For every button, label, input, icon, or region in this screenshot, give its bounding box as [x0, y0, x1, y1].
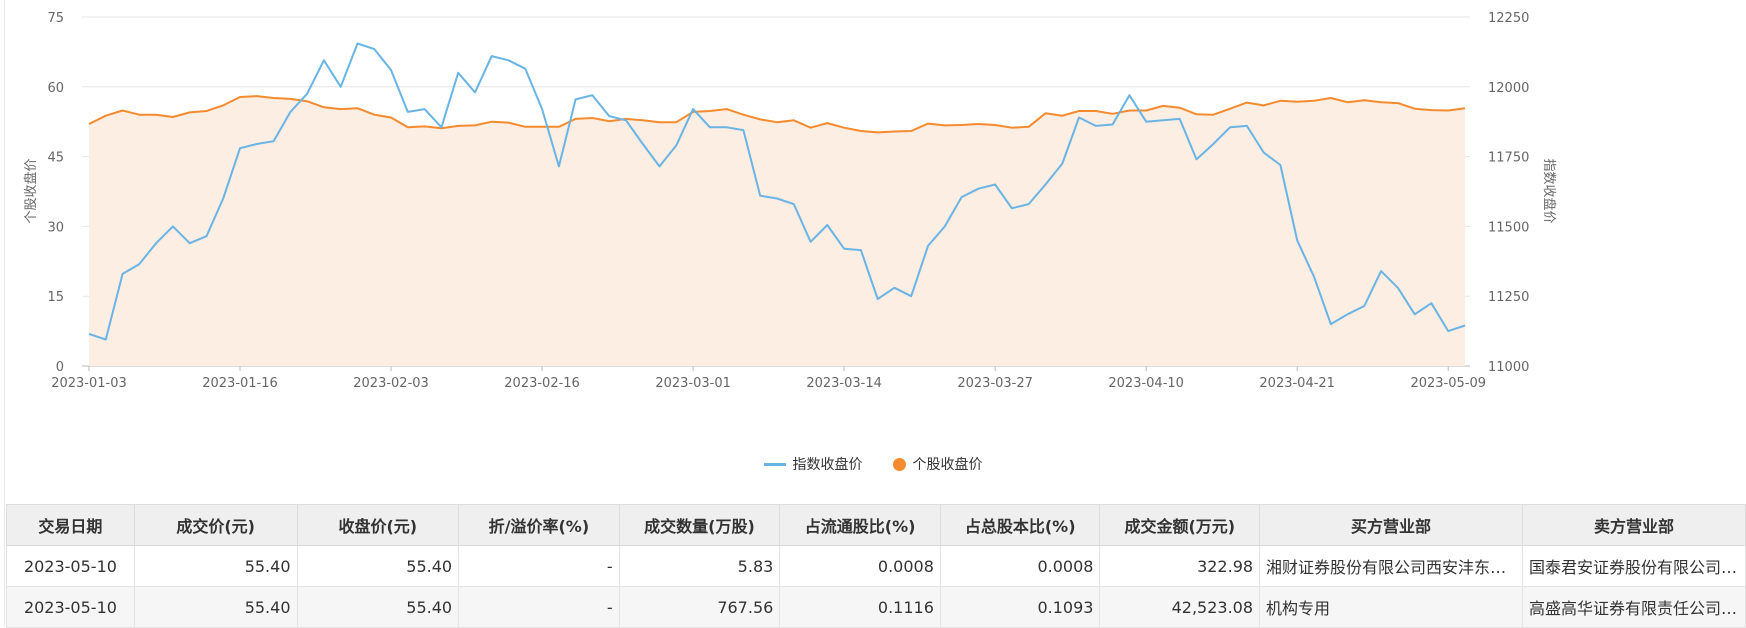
- x-tick-label: 2023-03-14: [806, 376, 882, 391]
- cell-trade-date: 2023-05-10: [6, 586, 135, 628]
- cell-seller[interactable]: 国泰君安证券股份有限公司总部: [1521, 545, 1746, 587]
- legend-item-stock[interactable]: 个股收盘价: [892, 454, 983, 474]
- cell-deal-price: 55.40: [133, 545, 298, 587]
- legend-line-index-icon: [763, 462, 786, 466]
- header-buyer: 买方营业部: [1259, 504, 1523, 546]
- cell-close-price: 55.40: [296, 545, 460, 587]
- cell-buyer[interactable]: 湘财证券股份有限公司西安沣东新城第一分公司: [1259, 545, 1523, 587]
- cell-volume: 767.56: [618, 586, 781, 628]
- cell-premium-rate: -: [458, 586, 620, 628]
- cell-close-price: 55.40: [296, 586, 460, 628]
- y-tick-label: 15: [47, 290, 64, 305]
- header-float-share-ratio: 占流通股比(%): [779, 504, 941, 546]
- x-tick-label: 2023-04-21: [1259, 376, 1335, 391]
- cell-total-share-ratio: 0.0008: [939, 545, 1101, 587]
- price-comparison-chart: 0 15 30 45 60 75 11000 11250 11500 11750 12000 1225…: [23, 11, 1557, 391]
- table-row: 2023-05-10 55.40 55.40 - 5.83 0.0008 0.0…: [6, 545, 1746, 587]
- x-tick-label: 2023-01-16: [202, 376, 278, 391]
- x-tick-label: 2023-04-10: [1108, 376, 1184, 391]
- x-tick-label: 2023-01-03: [51, 376, 127, 391]
- header-premium-rate: 折/溢价率(%): [458, 504, 620, 546]
- y-axis-title: 个股收盘价: [23, 158, 39, 223]
- y-tick-label: 0: [56, 360, 64, 375]
- y2-tick-label: 11000: [1488, 360, 1529, 375]
- y2-axis-title: 指数收盘价: [1541, 158, 1557, 223]
- cell-float-share-ratio: 0.1116: [779, 586, 941, 628]
- cell-amount: 322.98: [1099, 545, 1261, 587]
- chart-legend: 指数收盘价 个股收盘价: [0, 454, 1746, 474]
- cell-volume: 5.83: [618, 545, 781, 587]
- y-tick-label: 30: [47, 220, 64, 235]
- header-deal-price: 成交价(元): [133, 504, 298, 546]
- table-row: 2023-05-10 55.40 55.40 - 767.56 0.1116 0…: [6, 586, 1746, 628]
- y2-tick-label: 12000: [1488, 81, 1529, 96]
- header-close-price: 收盘价(元): [296, 504, 460, 546]
- legend-label-stock: 个股收盘价: [912, 457, 983, 473]
- x-tick-label: 2023-05-09: [1410, 376, 1486, 391]
- cell-premium-rate: -: [458, 545, 620, 587]
- block-trade-page: 0 15 30 45 60 75 11000 11250 11500 11750 12000 1225…: [0, 0, 1746, 628]
- cell-trade-date: 2023-05-10: [6, 545, 135, 587]
- cell-deal-price: 55.40: [133, 586, 298, 628]
- cell-buyer[interactable]: 机构专用: [1259, 586, 1523, 628]
- cell-total-share-ratio: 0.1093: [939, 586, 1101, 628]
- cell-seller[interactable]: 高盛高华证券有限责任公司上海浦东新区世纪大道证券营业部: [1521, 586, 1746, 628]
- header-amount: 成交金额(万元): [1099, 504, 1261, 546]
- x-tick-label: 2023-02-03: [353, 376, 429, 391]
- x-tick-label: 2023-03-27: [957, 376, 1033, 391]
- legend-label-index: 指数收盘价: [792, 457, 863, 473]
- x-tick-label: 2023-02-16: [504, 376, 580, 391]
- stock-area-fill: [89, 96, 1465, 366]
- header-trade-date: 交易日期: [6, 504, 135, 546]
- cell-amount: 42,523.08: [1099, 586, 1261, 628]
- header-seller: 卖方营业部: [1521, 504, 1746, 546]
- y2-tick-label: 11500: [1488, 220, 1529, 235]
- legend-item-index[interactable]: 指数收盘价: [763, 454, 863, 474]
- x-tick-label: 2023-03-01: [655, 376, 731, 391]
- y2-tick-label: 11250: [1488, 290, 1529, 305]
- table-header-row: 交易日期 成交价(元) 收盘价(元) 折/溢价率(%) 成交数量(万股) 占流通…: [6, 504, 1746, 546]
- block-trade-table: 交易日期 成交价(元) 收盘价(元) 折/溢价率(%) 成交数量(万股) 占流通…: [6, 504, 1746, 628]
- legend-dot-stock-icon: [892, 457, 906, 471]
- y-tick-label: 45: [47, 151, 64, 166]
- y-tick-label: 60: [47, 81, 64, 96]
- y2-tick-label: 11750: [1488, 151, 1529, 166]
- header-total-share-ratio: 占总股本比(%): [939, 504, 1101, 546]
- header-volume: 成交数量(万股): [618, 504, 781, 546]
- y-tick-label: 75: [47, 11, 64, 26]
- y2-tick-label: 12250: [1488, 11, 1529, 26]
- cell-float-share-ratio: 0.0008: [779, 545, 941, 587]
